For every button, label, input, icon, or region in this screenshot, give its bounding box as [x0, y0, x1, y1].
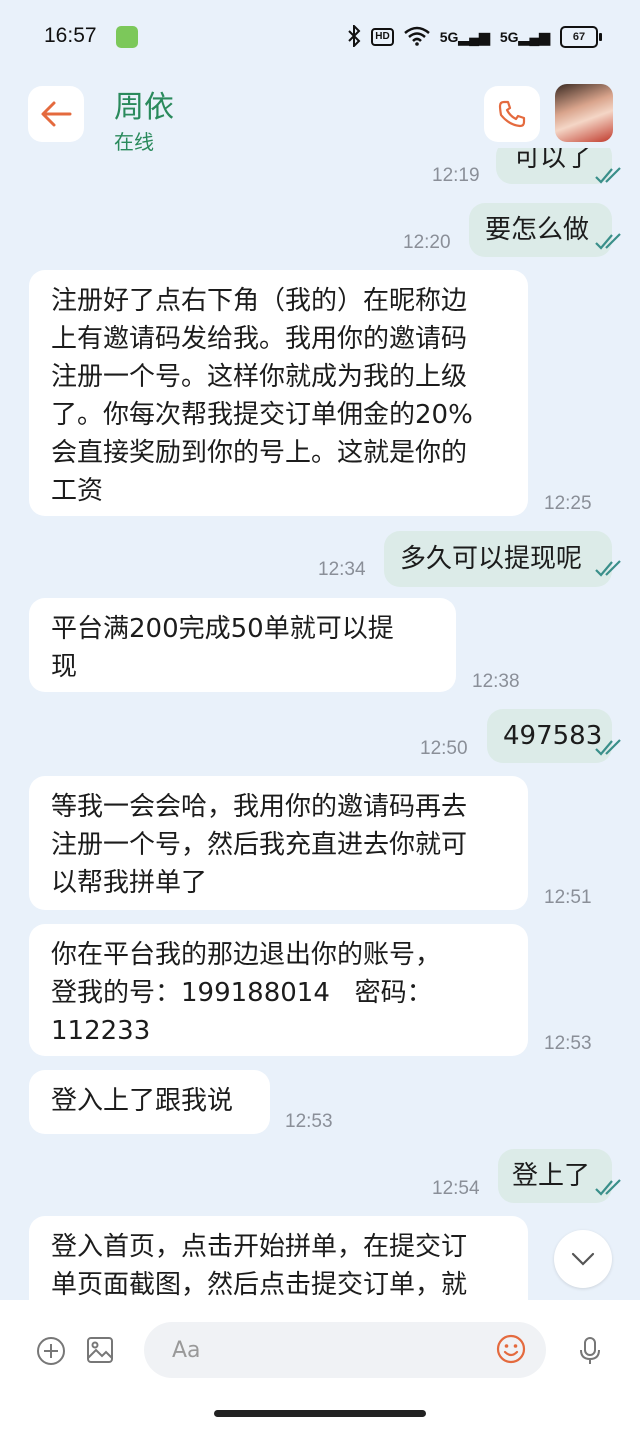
message-time: 12:25	[544, 493, 592, 514]
emoji-button[interactable]	[496, 1334, 526, 1368]
message-bubble-outgoing[interactable]: 多久可以提现呢	[384, 531, 612, 587]
chevron-down-icon	[571, 1252, 595, 1266]
status-bar: 16:57 HD 5G▂▄▆ 5G▂▄▆ 67	[0, 0, 640, 70]
message-text: 要怎么做	[485, 215, 590, 245]
contact-name[interactable]: 周依	[114, 82, 174, 126]
network-label-1: 5G	[439, 28, 459, 45]
back-button[interactable]	[28, 86, 84, 142]
message-bubble-incoming[interactable]: 平台满200完成50单就可以提 现	[29, 598, 456, 692]
battery-icon: 67	[560, 26, 602, 48]
status-icons: HD 5G▂▄▆ 5G▂▄▆ 67	[347, 23, 602, 50]
message-time: 12:50	[420, 738, 468, 759]
read-ticks-icon	[595, 1179, 621, 1196]
read-ticks-icon	[595, 167, 621, 184]
message-input[interactable]: Aa	[144, 1322, 546, 1378]
read-ticks-icon	[595, 739, 621, 756]
message-text: 平台满200完成50单就可以提 现	[51, 614, 394, 682]
network-label-2: 5G	[499, 28, 519, 45]
message-input-placeholder: Aa	[172, 1338, 201, 1363]
voice-button[interactable]	[578, 1336, 602, 1370]
message-text: 497583	[503, 721, 603, 751]
read-ticks-icon	[595, 560, 621, 577]
message-bubble-incoming[interactable]: 注册好了点右下角（我的）在昵称边 上有邀请码发给我。我用你的邀请码 注册一个号。…	[29, 270, 528, 516]
message-bubble-incoming[interactable]: 你在平台我的那边退出你的账号， 登我的号：199188014 密码： 11223…	[29, 924, 528, 1056]
hd-icon: HD	[371, 28, 394, 46]
message-time: 12:34	[318, 559, 366, 580]
image-icon	[87, 1337, 113, 1363]
image-button[interactable]	[86, 1336, 114, 1368]
plus-circle-icon	[37, 1337, 65, 1365]
message-text: 等我一会会哈，我用你的邀请码再去 注册一个号，然后我充直进去你就可 以帮我拼单了	[51, 792, 468, 898]
message-time: 12:54	[432, 1178, 480, 1199]
message-text: 多久可以提现呢	[400, 544, 583, 574]
message-bubble-outgoing[interactable]: 要怎么做	[469, 203, 612, 257]
message-time: 12:51	[544, 887, 592, 908]
home-indicator[interactable]	[214, 1410, 426, 1417]
message-text: 登入首页，点击开始拼单，在提交订 单页面截图，然后点击提交订单，就	[51, 1232, 468, 1300]
bluetooth-icon	[347, 23, 361, 50]
phone-icon	[498, 100, 526, 128]
add-attachment-button[interactable]	[36, 1336, 66, 1370]
message-text: 可以了	[514, 148, 593, 173]
status-time: 16:57	[44, 24, 97, 47]
smiley-icon	[496, 1334, 526, 1364]
message-list[interactable]: 可以了 12:19 要怎么做 12:20 注册好了点右下角（我的）在昵称边 上有…	[0, 148, 640, 1300]
message-composer: Aa	[0, 1300, 640, 1429]
signal-icon-2: 5G▂▄▆	[499, 28, 550, 45]
message-bubble-incoming[interactable]: 登入首页，点击开始拼单，在提交订 单页面截图，然后点击提交订单，就	[29, 1216, 528, 1300]
message-time: 12:19	[432, 165, 480, 186]
call-button[interactable]	[484, 86, 540, 142]
message-text: 你在平台我的那边退出你的账号， 登我的号：199188014 密码： 11223…	[51, 940, 442, 1046]
message-time: 12:38	[472, 671, 520, 692]
message-text: 登上了	[512, 1161, 591, 1191]
message-text: 登入上了跟我说	[51, 1086, 234, 1116]
message-time: 12:20	[403, 232, 451, 253]
read-ticks-icon	[595, 233, 621, 250]
scroll-to-bottom-button[interactable]	[554, 1230, 612, 1288]
app-notification-icon	[116, 26, 138, 48]
wifi-icon	[403, 26, 430, 49]
message-time: 12:53	[285, 1111, 333, 1132]
message-bubble-incoming[interactable]: 等我一会会哈，我用你的邀请码再去 注册一个号，然后我充直进去你就可 以帮我拼单了	[29, 776, 528, 910]
back-arrow-icon	[41, 101, 72, 127]
microphone-icon	[580, 1337, 600, 1364]
message-text: 注册好了点右下角（我的）在昵称边 上有邀请码发给我。我用你的邀请码 注册一个号。…	[51, 286, 473, 506]
signal-icon-1: 5G▂▄▆	[439, 28, 490, 45]
contact-avatar[interactable]	[555, 84, 613, 142]
chat-header: 周依 在线	[0, 70, 640, 160]
message-time: 12:53	[544, 1033, 592, 1054]
message-bubble-incoming[interactable]: 登入上了跟我说	[29, 1070, 270, 1134]
